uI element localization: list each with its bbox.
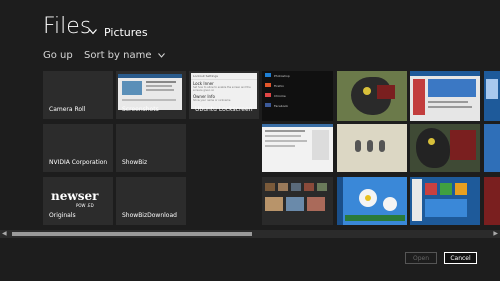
location-label[interactable]: Pictures bbox=[104, 26, 148, 39]
image-thumbnail[interactable] bbox=[410, 177, 480, 225]
screenshot-preview bbox=[118, 74, 182, 110]
cancel-button[interactable]: Cancel bbox=[444, 252, 477, 264]
folder-tile-nvidia-corporation[interactable]: NVIDIA Corporation bbox=[43, 124, 113, 172]
folder-tile-showbiz[interactable]: ShowBiz bbox=[116, 124, 186, 172]
folder-tile-camera-roll[interactable]: Camera Roll bbox=[43, 71, 113, 119]
sort-label: Sort by name bbox=[84, 50, 152, 61]
folder-label: Screenshots bbox=[122, 106, 159, 113]
image-thumbnail[interactable]: Photoshop Firefox Chrome Facebook bbox=[262, 71, 333, 121]
image-thumbnail[interactable] bbox=[484, 177, 500, 225]
scrollbar-thumb[interactable] bbox=[12, 232, 252, 236]
chevron-down-icon bbox=[157, 52, 165, 58]
image-thumbnail[interactable] bbox=[262, 177, 333, 225]
page-title: Files bbox=[43, 14, 92, 39]
scroll-right-icon[interactable]: ▶ bbox=[493, 230, 498, 237]
image-thumbnail[interactable] bbox=[484, 71, 500, 121]
folder-label: Originals bbox=[49, 212, 76, 219]
folder-tile-originals[interactable]: newser POW .ED Originals bbox=[43, 177, 113, 225]
image-thumbnail[interactable] bbox=[337, 124, 407, 172]
folder-label: Ubuntu Lockscreen bbox=[195, 106, 253, 113]
image-thumbnail[interactable] bbox=[484, 124, 500, 172]
folder-label: ShowBiz bbox=[122, 159, 148, 166]
newser-logo: newser POW .ED bbox=[51, 189, 99, 208]
folder-label: Camera Roll bbox=[49, 106, 86, 113]
image-thumbnail[interactable] bbox=[410, 71, 480, 121]
lockscreen-preview: Lockout Settings Lock Inner Set how to a… bbox=[191, 73, 257, 109]
sort-button[interactable]: Sort by name bbox=[84, 50, 165, 61]
go-up-button[interactable]: Go up bbox=[43, 50, 73, 61]
folder-tile-screenshots[interactable]: Screenshots bbox=[116, 71, 186, 119]
folder-tile-ubuntu-lockscreen[interactable]: Lockout Settings Lock Inner Set how to a… bbox=[189, 71, 259, 119]
image-thumbnail[interactable] bbox=[410, 124, 480, 172]
horizontal-scrollbar[interactable]: ◀ ▶ bbox=[0, 230, 500, 238]
open-button[interactable]: Open bbox=[405, 252, 437, 264]
image-thumbnail[interactable] bbox=[262, 124, 333, 172]
chevron-down-icon[interactable] bbox=[89, 29, 97, 35]
scroll-left-icon[interactable]: ◀ bbox=[2, 230, 7, 237]
folder-label: ShowBizDownload bbox=[122, 212, 177, 219]
folder-tile-showbizdownload[interactable]: ShowBizDownload bbox=[116, 177, 186, 225]
image-thumbnail[interactable] bbox=[337, 177, 407, 225]
image-thumbnail[interactable] bbox=[337, 71, 407, 121]
folder-label: NVIDIA Corporation bbox=[49, 159, 108, 166]
